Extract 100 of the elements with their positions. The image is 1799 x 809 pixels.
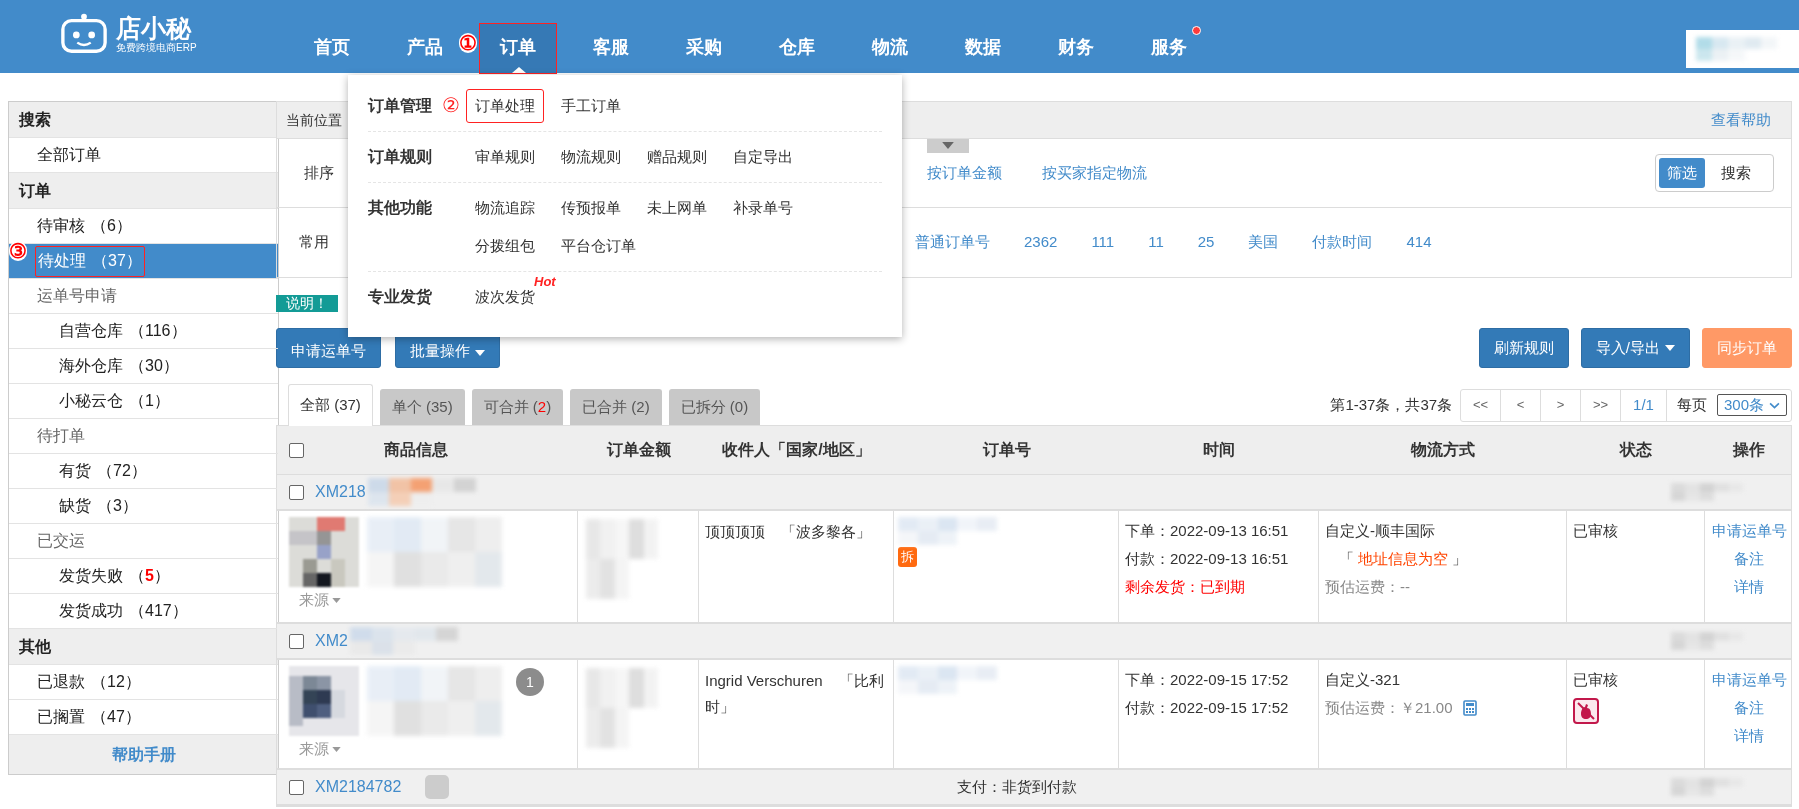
menu-item[interactable]: 物流规则 bbox=[552, 140, 630, 174]
notice-badge: 说明！ bbox=[276, 295, 338, 312]
menu-item[interactable]: 订单处理 bbox=[466, 89, 544, 123]
status-tab[interactable]: 单个 (35) bbox=[379, 389, 465, 425]
sidebar-item[interactable]: 缺货 （3） bbox=[57, 490, 140, 522]
row-action-link[interactable]: 详情 bbox=[1734, 722, 1764, 750]
action-button[interactable]: 刷新规则 bbox=[1478, 328, 1569, 368]
action-button[interactable]: 申请运单号 bbox=[276, 328, 381, 368]
menu-section-title: 订单规则 bbox=[368, 148, 432, 165]
action-button[interactable]: 导入/导出 bbox=[1580, 328, 1690, 368]
page-button[interactable]: > bbox=[1541, 389, 1582, 421]
menu-section-title: 其他功能 bbox=[368, 199, 432, 216]
help-manual-link[interactable]: 帮助手册 bbox=[111, 742, 176, 767]
menu-item[interactable]: 自定导出 bbox=[724, 140, 802, 174]
menu-item[interactable]: 平台仓订单 bbox=[552, 229, 645, 263]
quantity-badge: 1 bbox=[516, 668, 544, 696]
nav-tab[interactable]: 客服 bbox=[572, 24, 649, 73]
order-number-link[interactable]: XM2184782 bbox=[315, 775, 402, 799]
sidebar-item[interactable]: 已退款 （12） bbox=[35, 666, 143, 698]
menu-item[interactable]: 分拨组包 bbox=[466, 229, 544, 263]
sidebar-item[interactable]: 待审核 （6） bbox=[35, 210, 134, 242]
sidebar-item[interactable]: 发货成功 （417） bbox=[57, 595, 190, 627]
page-button[interactable]: >> bbox=[1581, 389, 1622, 421]
filter-option[interactable]: 普通订单号 bbox=[915, 231, 990, 254]
checkbox[interactable] bbox=[289, 633, 304, 649]
filter-option[interactable]: 11 bbox=[1148, 231, 1164, 254]
menu-item[interactable]: 手工订单 bbox=[552, 89, 630, 123]
menu-item[interactable]: 审单规则 bbox=[466, 140, 544, 174]
checkbox[interactable] bbox=[289, 779, 304, 795]
page-button[interactable]: < bbox=[1501, 389, 1542, 421]
logistics-method: 自定义-顺丰国际 bbox=[1325, 521, 1436, 541]
page-button[interactable]: << bbox=[1461, 389, 1502, 421]
source-dropdown[interactable]: 来源 bbox=[299, 738, 341, 761]
menu-item[interactable]: 赠品规则 bbox=[638, 140, 716, 174]
caret-icon bbox=[332, 597, 341, 603]
annotation-number: ① bbox=[459, 33, 477, 53]
filter-option[interactable]: 按订单金额 bbox=[927, 161, 1002, 185]
order-number-link[interactable]: XM2 bbox=[315, 629, 348, 653]
collapse-tab[interactable] bbox=[927, 139, 969, 153]
status-tab[interactable]: 已合并 (2) bbox=[570, 389, 662, 425]
recipient-text: Ingrid Verschuren 「比利时」 bbox=[705, 671, 885, 717]
filter-option[interactable]: 美国 bbox=[1248, 231, 1279, 254]
sidebar-item[interactable]: 全部订单 bbox=[35, 139, 103, 171]
sidebar-item[interactable]: 海外仓库 （30） bbox=[57, 350, 181, 382]
sidebar-item[interactable]: 小秘云仓 （1） bbox=[57, 385, 172, 417]
checkbox[interactable] bbox=[289, 442, 304, 458]
logistics-method: 自定义-321 bbox=[1325, 670, 1402, 690]
nav-tab[interactable]: 物流 bbox=[851, 24, 928, 73]
sidebar-item[interactable]: 发货失败 （5） bbox=[57, 560, 172, 592]
sidebar-item[interactable]: 待打单 bbox=[35, 420, 87, 452]
row-action-link[interactable]: 详情 bbox=[1734, 573, 1764, 601]
source-dropdown[interactable]: 来源 bbox=[299, 589, 341, 612]
menu-item[interactable]: 未上网单 bbox=[638, 191, 716, 225]
nav-tab[interactable]: 仓库 bbox=[758, 24, 835, 73]
row-action-link[interactable]: 申请运单号 bbox=[1711, 517, 1787, 545]
order-time: 下单：2022-09-15 17:52 bbox=[1125, 670, 1290, 690]
freight-estimate: 预估运费：￥21.00 bbox=[1325, 698, 1453, 718]
sidebar-item[interactable]: 已搁置 （47） bbox=[35, 701, 143, 733]
filter-option[interactable]: 2362 bbox=[1024, 231, 1058, 254]
payment-note: 支付：非货到付款 bbox=[957, 776, 1077, 797]
menu-item[interactable]: 物流追踪 bbox=[466, 191, 544, 225]
address-warning: 「 地址信息为空 」 bbox=[1338, 549, 1469, 569]
mode-toggle-button[interactable]: 筛选 bbox=[1659, 158, 1705, 188]
menu-item[interactable]: 传预报单 bbox=[552, 191, 630, 225]
column-header: 订单号 bbox=[982, 440, 1031, 460]
row-action-link[interactable]: 申请运单号 bbox=[1711, 666, 1787, 694]
nav-tab[interactable]: 服务 bbox=[1130, 24, 1207, 73]
status-tab[interactable]: 已拆分 (0) bbox=[668, 389, 761, 425]
sidebar-item[interactable]: 待处理 （37） bbox=[35, 245, 145, 277]
sidebar-item[interactable]: 有货 （72） bbox=[57, 455, 149, 487]
filter-option[interactable]: 414 bbox=[1406, 231, 1432, 254]
caret-icon bbox=[332, 746, 341, 752]
sidebar-item[interactable]: 运单号申请 bbox=[35, 280, 119, 312]
filter-option[interactable]: 按买家指定物流 bbox=[1042, 161, 1147, 185]
checkbox[interactable] bbox=[289, 484, 304, 500]
nav-tab[interactable]: 财务 bbox=[1037, 24, 1114, 73]
hot-label: Hot bbox=[534, 273, 556, 290]
page-summary: 第1-37条，共37条 bbox=[1330, 394, 1453, 415]
order-number-link[interactable]: XM218 bbox=[315, 480, 366, 504]
freight-estimate: 预估运费：-- bbox=[1325, 577, 1410, 597]
nav-tab[interactable]: 数据 bbox=[944, 24, 1021, 73]
status-tab[interactable]: 全部 (37) bbox=[288, 384, 373, 426]
nav-tab[interactable]: 首页 bbox=[293, 24, 370, 73]
sidebar-item[interactable]: 自营仓库 （116） bbox=[57, 315, 189, 347]
per-page-select[interactable]: 300条 bbox=[1716, 394, 1787, 416]
status-tab[interactable]: 可合并 (2) bbox=[471, 389, 564, 425]
filter-option[interactable]: 25 bbox=[1197, 231, 1215, 254]
row-action-link[interactable]: 备注 bbox=[1734, 694, 1764, 722]
nav-tab[interactable]: 采购 bbox=[665, 24, 742, 73]
column-header: 操作 bbox=[1733, 440, 1765, 460]
sidebar-item[interactable]: 已交运 bbox=[35, 525, 87, 557]
row-action-link[interactable]: 备注 bbox=[1734, 545, 1764, 573]
column-header: 状态 bbox=[1620, 440, 1652, 460]
recipient-text: 顶顶顶顶 「波多黎各」 bbox=[705, 522, 872, 542]
filter-option[interactable]: 111 bbox=[1091, 231, 1115, 254]
menu-item[interactable]: 补录单号 bbox=[724, 191, 802, 225]
column-header: 收件人「国家/地区」 bbox=[722, 440, 871, 460]
filter-option[interactable]: 付款时间 bbox=[1312, 231, 1373, 254]
nav-tab[interactable]: 订单 bbox=[479, 24, 556, 73]
help-link[interactable]: 查看帮助 bbox=[1711, 108, 1771, 132]
